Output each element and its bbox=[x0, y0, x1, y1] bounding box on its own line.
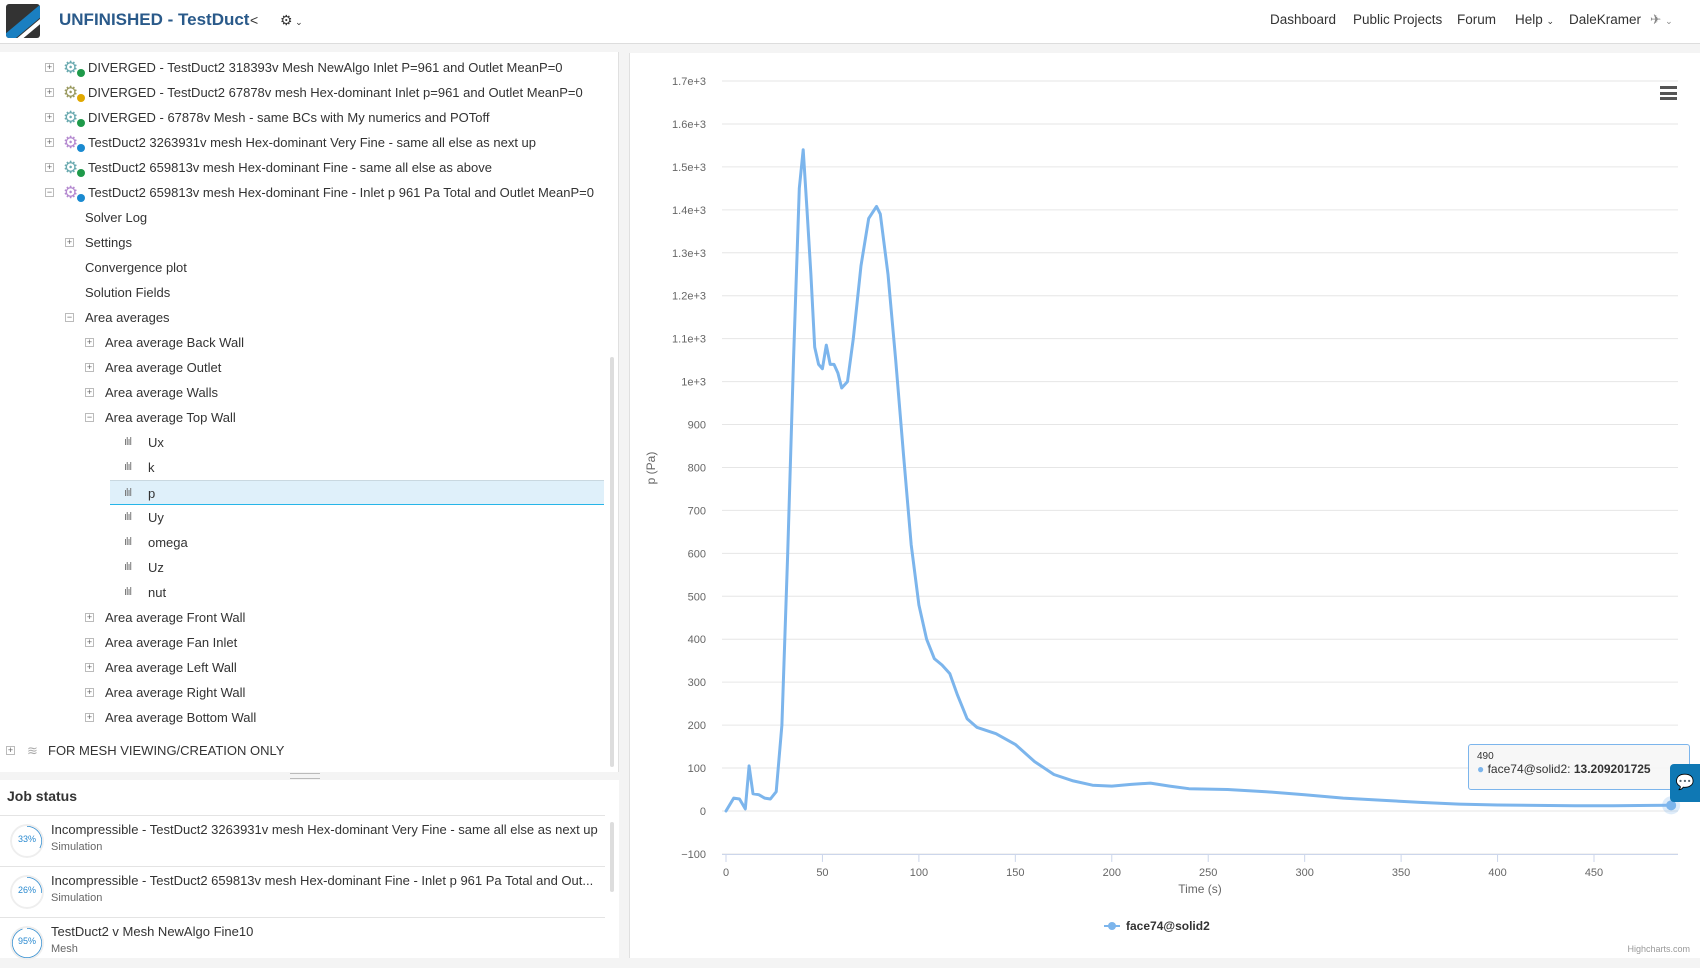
highcharts-credit: Highcharts.com bbox=[1627, 944, 1690, 954]
y-tick-label: 200 bbox=[688, 720, 706, 732]
y-tick-label: 0 bbox=[700, 806, 706, 818]
x-tick-label: 300 bbox=[1295, 867, 1313, 879]
y-tick-label: 400 bbox=[688, 634, 706, 646]
x-tick-label: 250 bbox=[1199, 867, 1217, 879]
y-axis-title: p (Pa) bbox=[644, 452, 658, 485]
y-tick-label: 1.7e+3 bbox=[672, 76, 706, 88]
tooltip-value: 13.209201725 bbox=[1573, 762, 1651, 776]
chat-icon: 💬 bbox=[1675, 774, 1695, 791]
y-tick-label: 900 bbox=[688, 420, 706, 432]
y-tick-label: 1e+3 bbox=[681, 377, 706, 389]
legend-item: face74@solid2 bbox=[1126, 919, 1210, 933]
y-tick-label: 1.3e+3 bbox=[672, 248, 706, 260]
x-tick-label: 50 bbox=[816, 867, 828, 879]
x-tick-label: 0 bbox=[723, 867, 729, 879]
y-tick-label: 1.1e+3 bbox=[672, 334, 706, 346]
y-tick-label: 500 bbox=[688, 591, 706, 603]
x-tick-label: 100 bbox=[910, 867, 928, 879]
chart-tooltip: 490 ● face74@solid2: 13.209201725 bbox=[1468, 744, 1690, 790]
x-tick-label: 450 bbox=[1585, 867, 1603, 879]
y-tick-label: 100 bbox=[688, 763, 706, 775]
chart-menu-icon[interactable] bbox=[1660, 86, 1677, 100]
y-tick-label: 600 bbox=[688, 548, 706, 560]
y-tick-label: 1.5e+3 bbox=[672, 162, 706, 174]
y-tick-label: 300 bbox=[688, 677, 706, 689]
series-line-face74@solid2 bbox=[724, 148, 1673, 813]
x-tick-label: 400 bbox=[1488, 867, 1506, 879]
line-chart: −10001002003004005006007008009001e+31.1e… bbox=[644, 76, 1690, 954]
x-axis-title: Time (s) bbox=[1178, 882, 1222, 896]
y-tick-label: 800 bbox=[688, 462, 706, 474]
tooltip-series: face74@solid2 bbox=[1487, 762, 1568, 776]
y-tick-label: −100 bbox=[681, 849, 706, 861]
y-tick-label: 1.4e+3 bbox=[672, 205, 706, 217]
x-tick-label: 200 bbox=[1103, 867, 1121, 879]
tooltip-marker: ● bbox=[1477, 762, 1485, 776]
y-tick-label: 1.2e+3 bbox=[672, 291, 706, 303]
y-tick-label: 700 bbox=[688, 505, 706, 517]
tooltip-x: 490 bbox=[1477, 751, 1494, 762]
x-tick-label: 150 bbox=[1006, 867, 1024, 879]
legend-marker bbox=[1108, 922, 1116, 930]
y-tick-label: 1.6e+3 bbox=[672, 119, 706, 131]
chat-button[interactable]: 💬 bbox=[1670, 764, 1700, 802]
x-tick-label: 350 bbox=[1392, 867, 1410, 879]
